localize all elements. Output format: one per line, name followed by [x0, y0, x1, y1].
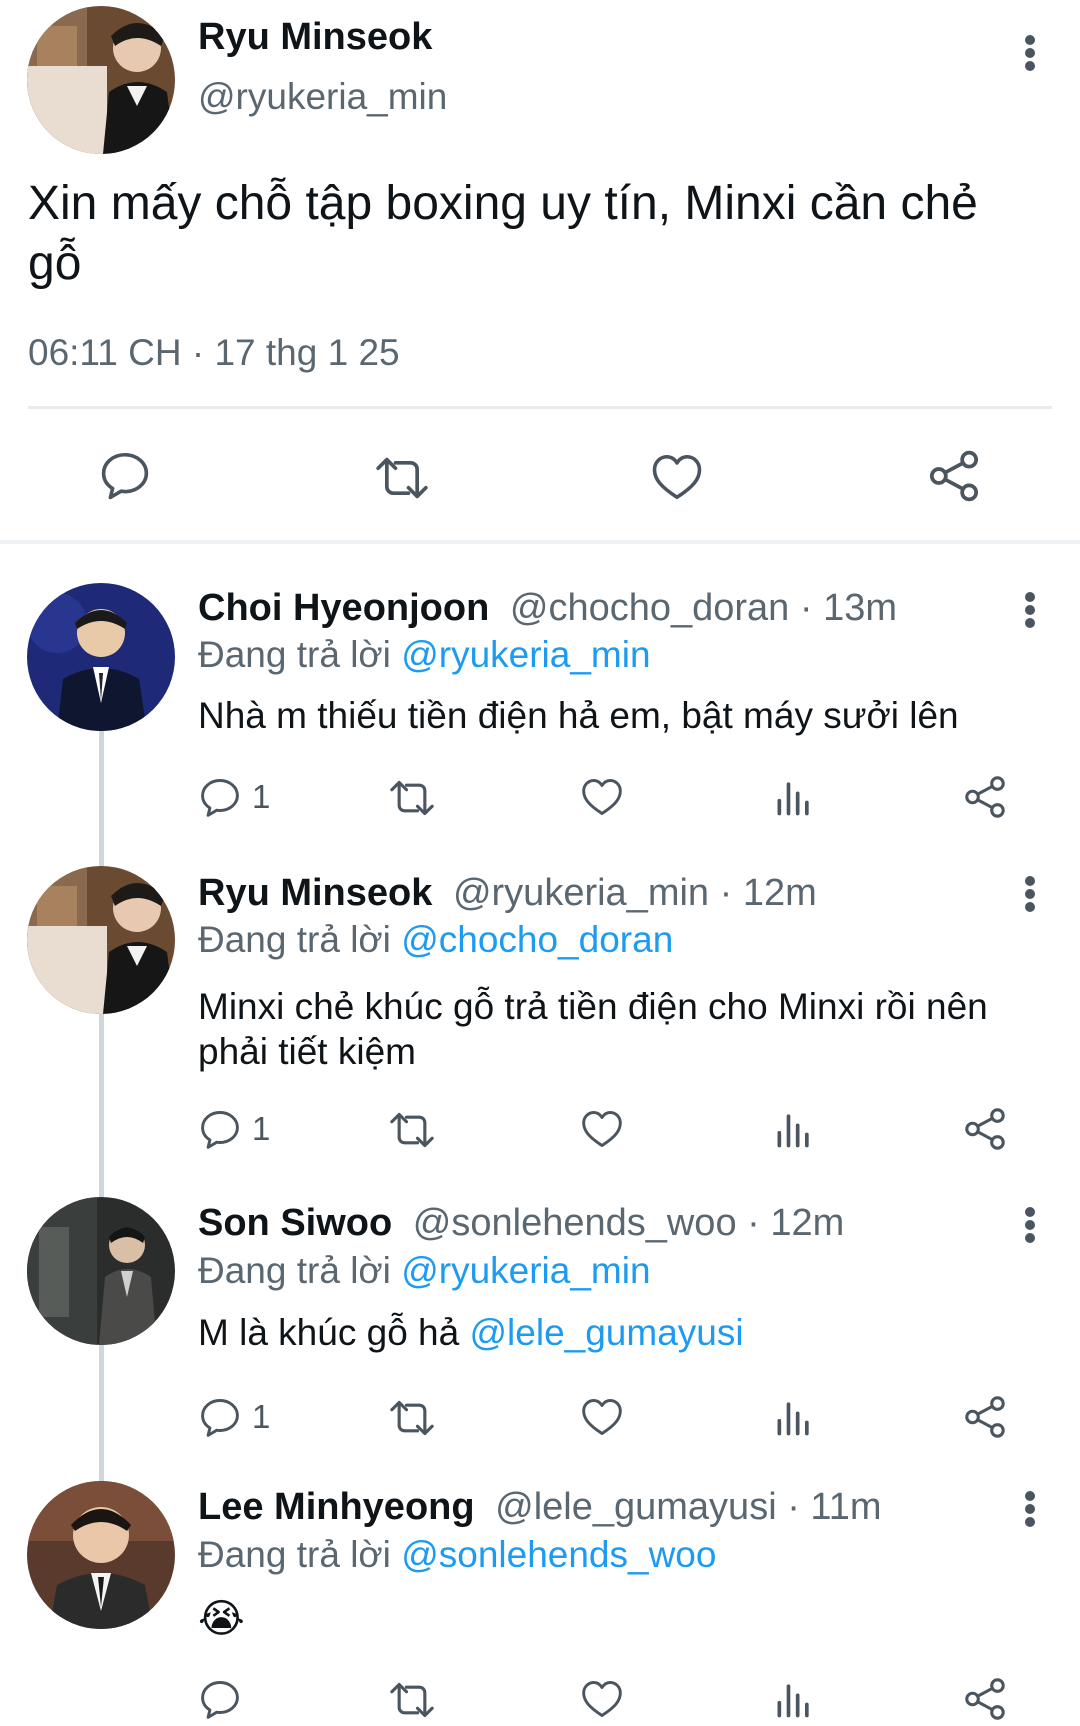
replying-to-handle[interactable]: @ryukeria_min [401, 1250, 650, 1291]
reply-actions [198, 1674, 1038, 1724]
author-name[interactable]: Ryu Minseok [198, 16, 432, 59]
divider [28, 406, 1052, 409]
thread-line [99, 1014, 104, 1200]
replying-to-handle[interactable]: @ryukeria_min [401, 634, 650, 675]
views-icon[interactable] [772, 1107, 816, 1151]
reply-actions: 1 [198, 1392, 1038, 1442]
replying-to-prefix: Đang trả lời [198, 1534, 391, 1575]
replying-to-prefix: Đang trả lời [198, 919, 391, 960]
author-handle[interactable]: @ryukeria_min [198, 76, 447, 118]
reply-author-handle[interactable]: @chocho_doran [510, 587, 789, 629]
more-vertical-icon[interactable] [1016, 874, 1044, 914]
tweet-text: Xin mấy chỗ tập boxing uy tín, Minxi cần… [28, 177, 978, 290]
replying-to: Đang trả lời @chocho_doran [198, 917, 673, 963]
reply-header: Choi Hyeonjoon @chocho_doran · 13m [198, 585, 897, 631]
reply-text: 😭 [198, 1597, 245, 1641]
reply-text: Nhà m thiếu tiền điện hả em, bật máy sưở… [198, 695, 959, 736]
reply-time: · 11m [787, 1486, 882, 1528]
reply-avatar[interactable] [27, 866, 175, 1014]
replying-to-handle[interactable]: @chocho_doran [401, 919, 673, 960]
heart-icon[interactable] [580, 1107, 624, 1151]
mention-link[interactable]: @lele_gumayusi [470, 1312, 744, 1353]
retweet-icon[interactable] [386, 1678, 438, 1722]
more-vertical-icon[interactable] [1016, 1489, 1044, 1529]
more-vertical-icon[interactable] [1016, 590, 1044, 630]
more-vertical-icon[interactable] [1016, 1205, 1044, 1245]
heart-icon[interactable] [580, 775, 624, 819]
reply-icon[interactable] [198, 1677, 242, 1721]
author-avatar[interactable] [27, 6, 175, 154]
reply-author-handle[interactable]: @ryukeria_min [453, 872, 709, 914]
heart-icon[interactable] [580, 1395, 624, 1439]
share-icon[interactable] [962, 774, 1008, 820]
views-icon[interactable] [772, 775, 816, 819]
replying-to: Đang trả lời @ryukeria_min [198, 632, 651, 678]
reply-icon[interactable] [98, 448, 152, 502]
reply-avatar[interactable] [27, 583, 175, 731]
reply-author-name[interactable]: Ryu Minseok [198, 872, 432, 914]
reply-text: Minxi chẻ khúc gỗ trả tiền điện cho Minx… [198, 986, 988, 1072]
retweet-icon[interactable] [386, 776, 438, 820]
replying-to: Đang trả lời @sonlehends_woo [198, 1532, 716, 1578]
reply-author-handle[interactable]: @lele_gumayusi [495, 1486, 777, 1528]
share-icon[interactable] [962, 1676, 1008, 1722]
replying-to: Đang trả lời @ryukeria_min [198, 1248, 651, 1294]
reply-author-handle[interactable]: @sonlehends_woo [413, 1202, 737, 1244]
reply-time: · 12m [719, 872, 817, 914]
share-icon[interactable] [926, 448, 982, 504]
reply-avatar[interactable] [27, 1197, 175, 1345]
retweet-icon[interactable] [386, 1396, 438, 1440]
reply-header: Lee Minhyeong @lele_gumayusi · 11m [198, 1484, 882, 1530]
reply-count: 1 [252, 1110, 271, 1147]
retweet-icon[interactable] [370, 452, 434, 504]
views-icon[interactable] [772, 1395, 816, 1439]
replying-to-prefix: Đang trả lời [198, 1250, 391, 1291]
reply-actions: 1 [198, 772, 1038, 822]
reply-author-name[interactable]: Lee Minhyeong [198, 1486, 475, 1528]
replying-to-prefix: Đang trả lời [198, 634, 391, 675]
reply-author-name[interactable]: Choi Hyeonjoon [198, 587, 489, 629]
tweet-timestamp: 06:11 CH · 17 thg 1 25 [28, 332, 400, 373]
thread-line [99, 1342, 104, 1484]
reply-icon[interactable] [198, 1107, 242, 1151]
reply-header: Ryu Minseok @ryukeria_min · 12m [198, 870, 817, 916]
reply-time: · 13m [799, 587, 898, 629]
section-divider [0, 540, 1080, 544]
views-icon[interactable] [772, 1677, 816, 1721]
reply-icon[interactable] [198, 1395, 242, 1439]
replying-to-handle[interactable]: @sonlehends_woo [401, 1534, 716, 1575]
heart-icon[interactable] [650, 450, 704, 504]
reply-count: 1 [252, 778, 271, 815]
reply-text: M là khúc gỗ hả @lele_gumayusi [198, 1310, 1048, 1356]
thread-line [99, 730, 104, 872]
share-icon[interactable] [962, 1394, 1008, 1440]
reply-icon[interactable] [198, 775, 242, 819]
reply-author-name[interactable]: Son Siwoo [198, 1202, 392, 1244]
reply-text-body: M là khúc gỗ hả [198, 1312, 460, 1353]
reply-header: Son Siwoo @sonlehends_woo · 12m [198, 1200, 844, 1246]
retweet-icon[interactable] [386, 1108, 438, 1152]
share-icon[interactable] [962, 1106, 1008, 1152]
reply-actions: 1 [198, 1104, 1038, 1154]
reply-count: 1 [252, 1398, 271, 1435]
heart-icon[interactable] [580, 1677, 624, 1721]
more-vertical-icon[interactable] [1016, 33, 1044, 73]
reply-time: · 12m [747, 1202, 845, 1244]
reply-avatar[interactable] [27, 1481, 175, 1629]
